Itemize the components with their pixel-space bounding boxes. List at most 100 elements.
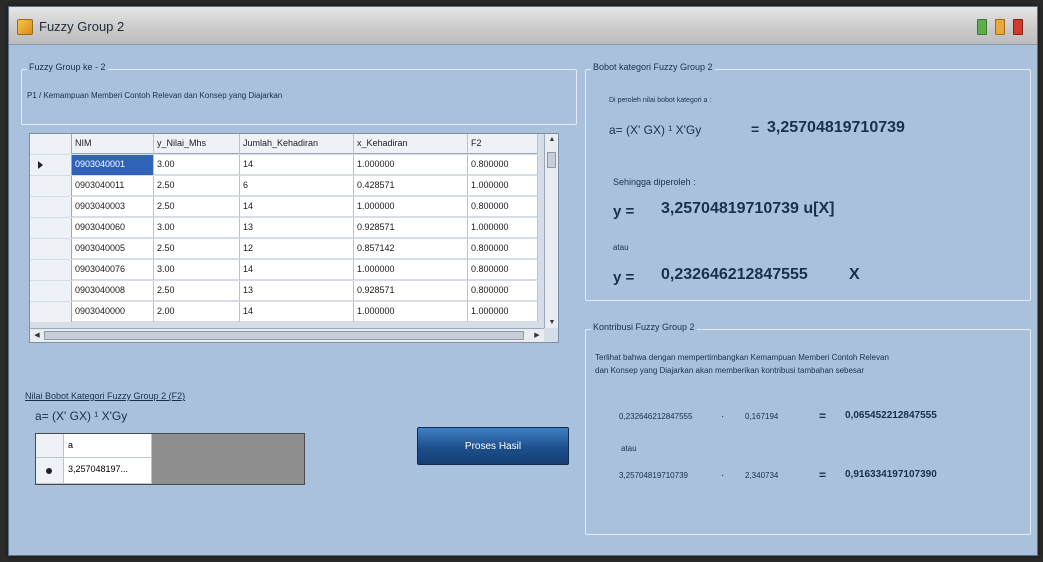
table-cell[interactable]: 0.857142 <box>354 239 468 259</box>
bobot-grid[interactable]: a 3,257048197... <box>35 433 305 485</box>
grid-vertical-scrollbar[interactable]: ▲ ▼ <box>544 134 558 328</box>
table-cell[interactable]: 1.000000 <box>354 197 468 217</box>
a-equals: = <box>751 121 760 137</box>
scroll-left-arrow[interactable]: ◀ <box>30 331 44 339</box>
table-cell[interactable]: 0903040011 <box>72 176 154 196</box>
close-button[interactable] <box>1013 19 1023 35</box>
window-title: Fuzzy Group 2 <box>39 19 125 34</box>
table-cell[interactable]: 1.000000 <box>468 176 538 196</box>
kontribusi-text-2: dan Konsep yang Diajarkan akan memberika… <box>595 366 865 375</box>
horizontal-scroll-thumb[interactable] <box>44 331 524 340</box>
table-row[interactable]: 0903040005 2.50 12 0.857142 0.800000 <box>30 239 538 259</box>
table-cell[interactable]: 2.00 <box>154 302 240 322</box>
table-cell[interactable]: 0.428571 <box>354 176 468 196</box>
row-header[interactable] <box>30 281 72 301</box>
table-row[interactable]: 0903040000 2.00 14 1.000000 1.000000 <box>30 302 538 322</box>
table-cell[interactable]: 2.50 <box>154 197 240 217</box>
maximize-button[interactable] <box>995 19 1005 35</box>
table-cell[interactable]: 14 <box>240 155 354 175</box>
table-cell[interactable]: 13 <box>240 218 354 238</box>
data-grid[interactable]: NIM y_Nilai_Mhs Jumlah_Kehadiran x_Kehad… <box>29 133 559 343</box>
k2-b: 2,340734 <box>745 471 779 480</box>
table-cell[interactable]: 0.800000 <box>468 197 538 217</box>
table-cell[interactable]: 0.800000 <box>468 155 538 175</box>
table-row[interactable]: 0903040076 3.00 14 1.000000 0.800000 <box>30 260 538 280</box>
row-header[interactable] <box>30 260 72 280</box>
table-cell[interactable]: 14 <box>240 302 354 322</box>
table-cell[interactable]: 1.000000 <box>354 302 468 322</box>
bobot-row-header[interactable] <box>36 458 64 484</box>
table-cell[interactable]: 3.00 <box>154 155 240 175</box>
table-cell[interactable]: 0903040076 <box>72 260 154 280</box>
row-header[interactable] <box>30 176 72 196</box>
table-cell[interactable]: 0.800000 <box>468 260 538 280</box>
table-cell[interactable]: 1.000000 <box>468 218 538 238</box>
title-bar[interactable]: Fuzzy Group 2 <box>9 7 1037 45</box>
minimize-button[interactable] <box>977 19 987 35</box>
table-cell[interactable]: 0903040001 <box>72 155 154 175</box>
main-window: Fuzzy Group 2 Fuzzy Group ke - 2 P1 / Ke… <box>8 6 1038 556</box>
table-cell[interactable]: 0.800000 <box>468 281 538 301</box>
column-header-y-nilai[interactable]: y_Nilai_Mhs <box>154 134 240 154</box>
table-cell[interactable]: 13 <box>240 281 354 301</box>
table-cell[interactable]: 0.928571 <box>354 281 468 301</box>
a-formula: a= (X' GX) ¹ X'Gy <box>609 123 702 137</box>
row-header[interactable] <box>30 197 72 217</box>
row-header[interactable] <box>30 218 72 238</box>
k1-result: 0,065452212847555 <box>845 410 937 421</box>
y2-value: 0,232646212847555 <box>661 266 808 283</box>
table-cell[interactable]: 0.800000 <box>468 239 538 259</box>
bobot-value-cell[interactable]: 3,257048197... <box>64 458 152 484</box>
k1-a: 0,232646212847555 <box>619 412 693 421</box>
table-row[interactable]: 0903040060 3.00 13 0.928571 1.000000 <box>30 218 538 238</box>
table-cell[interactable]: 0903040003 <box>72 197 154 217</box>
table-cell[interactable]: 2.50 <box>154 239 240 259</box>
column-header-x-kehadiran[interactable]: x_Kehadiran <box>354 134 468 154</box>
vertical-scroll-thumb[interactable] <box>547 152 556 168</box>
y1-value: 3,25704819710739 u[X] <box>661 200 835 217</box>
kontribusi-label: Kontribusi Fuzzy Group 2 <box>591 322 697 332</box>
grid-horizontal-scrollbar[interactable]: ◀ ▶ <box>30 328 544 342</box>
table-cell[interactable]: 2.50 <box>154 176 240 196</box>
nilai-bobot-label: Nilai Bobot Kategori Fuzzy Group 2 (F2) <box>25 391 186 401</box>
k2-op: · <box>721 470 725 481</box>
table-cell[interactable]: 0.928571 <box>354 218 468 238</box>
table-row[interactable]: 0903040001 3.00 14 1.000000 0.800000 <box>30 155 538 175</box>
table-cell[interactable]: 1.000000 <box>354 155 468 175</box>
row-header[interactable] <box>30 239 72 259</box>
table-cell[interactable]: 0903040008 <box>72 281 154 301</box>
table-cell[interactable]: 0903040000 <box>72 302 154 322</box>
y2-suffix: X <box>849 266 860 283</box>
k1-op: · <box>721 411 725 422</box>
scroll-down-arrow[interactable]: ▼ <box>545 319 558 326</box>
app-icon <box>17 19 33 35</box>
scroll-right-arrow[interactable]: ▶ <box>530 331 544 339</box>
table-cell[interactable]: 0903040060 <box>72 218 154 238</box>
scroll-up-arrow[interactable]: ▲ <box>545 136 558 143</box>
table-cell[interactable]: 14 <box>240 197 354 217</box>
table-cell[interactable]: 0903040005 <box>72 239 154 259</box>
table-row[interactable]: 0903040011 2.50 6 0.428571 1.000000 <box>30 176 538 196</box>
column-header-nim[interactable]: NIM <box>72 134 154 154</box>
k2-eq: = <box>819 468 827 482</box>
current-row-arrow-icon <box>38 161 43 169</box>
table-row[interactable]: 0903040008 2.50 13 0.928571 0.800000 <box>30 281 538 301</box>
column-header-f2[interactable]: F2 <box>468 134 538 154</box>
table-cell[interactable]: 12 <box>240 239 354 259</box>
row-header[interactable] <box>30 155 72 175</box>
row-header[interactable] <box>30 302 72 322</box>
column-header-jumlah-kehadiran[interactable]: Jumlah_Kehadiran <box>240 134 354 154</box>
y1-prefix: y = <box>613 203 635 220</box>
table-cell[interactable]: 6 <box>240 176 354 196</box>
table-row[interactable]: 0903040003 2.50 14 1.000000 0.800000 <box>30 197 538 217</box>
table-cell[interactable]: 3.00 <box>154 218 240 238</box>
table-cell[interactable]: 1.000000 <box>468 302 538 322</box>
table-cell[interactable]: 2.50 <box>154 281 240 301</box>
grid-header: NIM y_Nilai_Mhs Jumlah_Kehadiran x_Kehad… <box>30 134 538 154</box>
proses-hasil-button[interactable]: Proses Hasil <box>417 427 569 465</box>
bobot-column-a[interactable]: a <box>64 434 152 458</box>
sehingga-text: Sehingga diperoleh : <box>613 177 696 187</box>
table-cell[interactable]: 14 <box>240 260 354 280</box>
table-cell[interactable]: 3.00 <box>154 260 240 280</box>
table-cell[interactable]: 1.000000 <box>354 260 468 280</box>
